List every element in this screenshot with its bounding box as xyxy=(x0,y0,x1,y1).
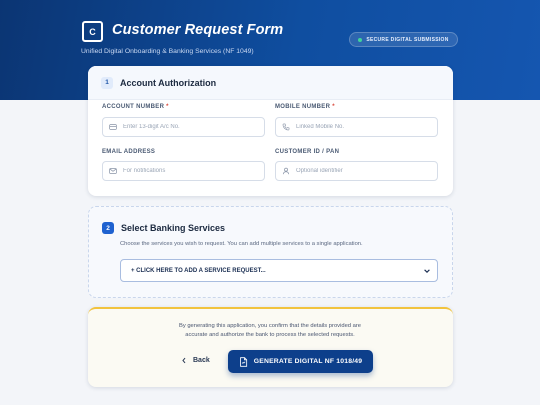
step-1-header: 1 Account Authorization xyxy=(88,66,453,100)
chevron-down-icon xyxy=(424,268,430,273)
logo: C xyxy=(82,21,103,42)
mobile-number-input[interactable] xyxy=(296,124,426,130)
mail-icon xyxy=(109,168,117,174)
step-title: Select Banking Services xyxy=(121,223,226,233)
service-select-value: + CLICK HERE TO ADD A SERVICE REQUEST... xyxy=(131,267,266,274)
back-button[interactable]: Back xyxy=(181,353,210,367)
email-field[interactable] xyxy=(102,161,265,181)
page-title: Customer Request Form xyxy=(112,22,284,38)
generate-button-label: GENERATE DIGITAL NF 1018/49 xyxy=(253,358,363,365)
status-dot-icon xyxy=(358,37,363,42)
chevron-left-icon xyxy=(182,357,186,363)
step-title: Account Authorization xyxy=(120,77,217,88)
secure-badge: SECURE DIGITAL SUBMISSION xyxy=(349,32,458,47)
customer-id-label: CUSTOMER ID / PAN xyxy=(275,149,340,155)
email-label: EMAIL ADDRESS xyxy=(102,149,156,155)
mobile-number-label: MOBILE NUMBER * xyxy=(275,104,335,110)
document-icon xyxy=(239,356,247,367)
account-number-input[interactable] xyxy=(123,124,253,130)
back-button-label: Back xyxy=(193,356,210,364)
step-2-header: 2 Select Banking Services xyxy=(89,211,452,245)
services-help-text: Choose the services you wish to request.… xyxy=(120,241,363,247)
email-input[interactable] xyxy=(123,168,253,174)
customer-id-input[interactable] xyxy=(296,168,426,174)
step-number: 2 xyxy=(102,222,114,234)
user-icon xyxy=(282,167,290,175)
submission-card xyxy=(88,307,453,387)
secure-badge-label: SECURE DIGITAL SUBMISSION xyxy=(366,36,449,43)
customer-id-field[interactable] xyxy=(275,161,438,181)
phone-icon xyxy=(282,123,290,131)
banking-services-card: 2 Select Banking Services xyxy=(88,206,453,298)
step-number: 1 xyxy=(101,76,113,89)
service-request-select[interactable]: + CLICK HERE TO ADD A SERVICE REQUEST... xyxy=(120,259,438,282)
card-icon xyxy=(109,124,117,130)
account-number-label: ACCOUNT NUMBER * xyxy=(102,104,169,110)
confirmation-text: By generating this application, you conf… xyxy=(178,323,362,338)
mobile-number-field[interactable] xyxy=(275,117,438,137)
page-subtitle: Unified Digital Onboarding & Banking Ser… xyxy=(81,48,254,55)
generate-button[interactable]: GENERATE DIGITAL NF 1018/49 xyxy=(228,350,373,373)
account-number-field[interactable] xyxy=(102,117,265,137)
